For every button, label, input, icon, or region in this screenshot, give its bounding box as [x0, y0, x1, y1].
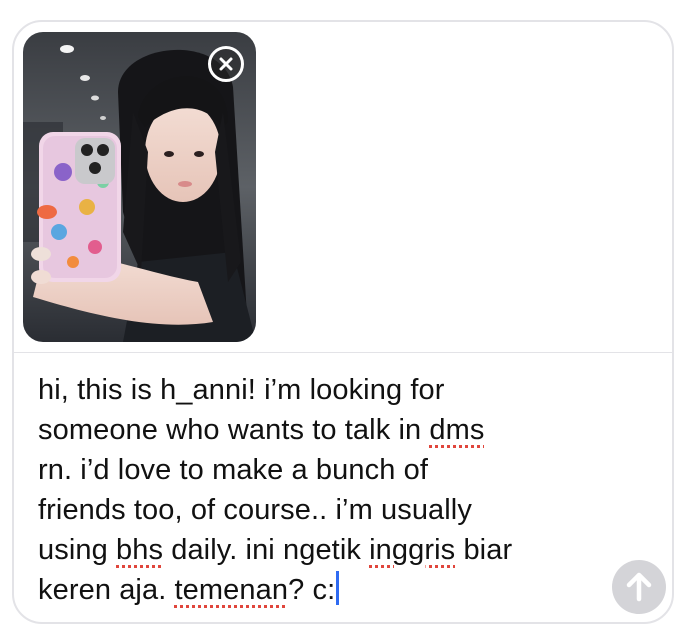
- message-text: ? c:: [288, 574, 336, 606]
- message-text: hi, this is h_anni! i’m looking for: [38, 374, 445, 406]
- message-text: daily. ini ngetik: [163, 534, 370, 566]
- divider: [14, 352, 672, 353]
- arrow-up-icon: [626, 572, 652, 602]
- message-line: someone who wants to talk in dms: [38, 410, 598, 450]
- misspelled-word: inggris: [369, 534, 456, 566]
- message-input[interactable]: hi, this is h_anni! i’m looking for someo…: [38, 370, 598, 610]
- misspelled-word: bhs: [116, 534, 164, 566]
- close-icon: [219, 57, 233, 71]
- message-text: friends too, of course.. i’m usually: [38, 494, 472, 526]
- message-line: keren aja. temenan? c:: [38, 570, 598, 610]
- message-text: biar: [455, 534, 513, 566]
- message-line: using bhs daily. ini ngetik inggris biar: [38, 530, 598, 570]
- message-line: hi, this is h_anni! i’m looking for: [38, 370, 598, 410]
- message-text: rn. i’d love to make a bunch of: [38, 454, 428, 486]
- compose-box[interactable]: hi, this is h_anni! i’m looking for someo…: [12, 20, 674, 624]
- misspelled-word: temenan: [174, 574, 289, 606]
- misspelled-word: dms: [429, 414, 485, 446]
- message-line: rn. i’d love to make a bunch of: [38, 450, 598, 490]
- message-text: someone who wants to talk in: [38, 414, 430, 446]
- message-line: friends too, of course.. i’m usually: [38, 490, 598, 530]
- send-button[interactable]: [612, 560, 666, 614]
- photo-attachment[interactable]: [23, 32, 256, 342]
- remove-attachment-button[interactable]: [208, 46, 244, 82]
- message-text: using: [38, 534, 116, 566]
- message-text: keren aja.: [38, 574, 175, 606]
- text-caret: [336, 571, 340, 605]
